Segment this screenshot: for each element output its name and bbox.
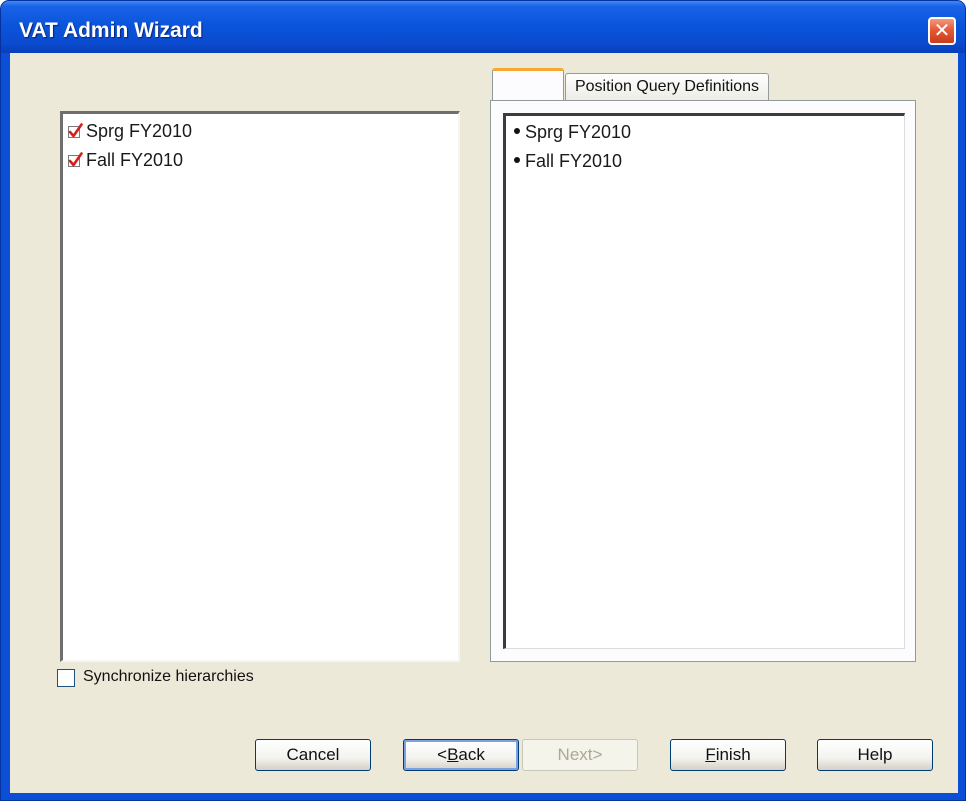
tab-unnamed[interactable] <box>492 68 564 102</box>
check-icon[interactable] <box>67 152 83 168</box>
finish-button[interactable]: Finish <box>670 739 786 771</box>
next-button: Next> <box>522 739 638 771</box>
dialog-body: Sprg FY2010 Fall FY2010 Position Query D… <box>10 53 958 793</box>
window-title: VAT Admin Wizard <box>19 19 203 42</box>
finish-button-label: inish <box>715 745 751 764</box>
bullet-icon <box>514 128 520 134</box>
list-item-label: Fall FY2010 <box>86 150 184 170</box>
cancel-button[interactable]: Cancel <box>255 739 371 771</box>
title-bar[interactable]: VAT Admin Wizard ✕ <box>1 1 965 53</box>
tab-position-query-definitions[interactable]: Position Query Definitions <box>565 73 769 101</box>
list-item[interactable]: Fall FY2010 <box>510 148 622 174</box>
help-button[interactable]: Help <box>817 739 933 771</box>
close-button[interactable]: ✕ <box>928 17 956 45</box>
back-button-label: ack <box>458 745 485 764</box>
list-item[interactable]: Sprg FY2010 <box>67 118 192 144</box>
list-item[interactable]: Fall FY2010 <box>67 147 183 173</box>
cancel-button-label: Cancel <box>286 745 340 764</box>
help-button-label: Help <box>857 745 893 764</box>
list-item-label: Fall FY2010 <box>525 151 623 171</box>
back-button[interactable]: <Back <box>403 739 519 771</box>
list-item-label: Sprg FY2010 <box>525 122 632 142</box>
list-item[interactable]: Sprg FY2010 <box>510 119 631 145</box>
wizard-window: VAT Admin Wizard ✕ Sprg FY2010 Fall FY20… <box>0 0 966 801</box>
check-icon[interactable] <box>67 123 83 139</box>
bullet-icon <box>514 157 520 163</box>
list-item-label: Sprg FY2010 <box>86 121 193 141</box>
back-button-mnemonic: B <box>447 745 459 764</box>
tab-label: Position Query Definitions <box>574 78 760 95</box>
next-button-label: Next> <box>557 745 603 764</box>
synchronize-hierarchies-checkbox[interactable] <box>57 669 75 687</box>
back-button-prefix: < <box>437 745 448 764</box>
finish-button-mnemonic: F <box>705 745 716 764</box>
synchronize-hierarchies-label[interactable]: Synchronize hierarchies <box>83 668 254 686</box>
hierarchy-list[interactable]: Sprg FY2010 Fall FY2010 <box>60 111 460 662</box>
definitions-list[interactable]: Sprg FY2010 Fall FY2010 <box>503 113 905 649</box>
tab-panel: Sprg FY2010 Fall FY2010 <box>490 100 916 662</box>
close-icon: ✕ <box>933 18 951 42</box>
